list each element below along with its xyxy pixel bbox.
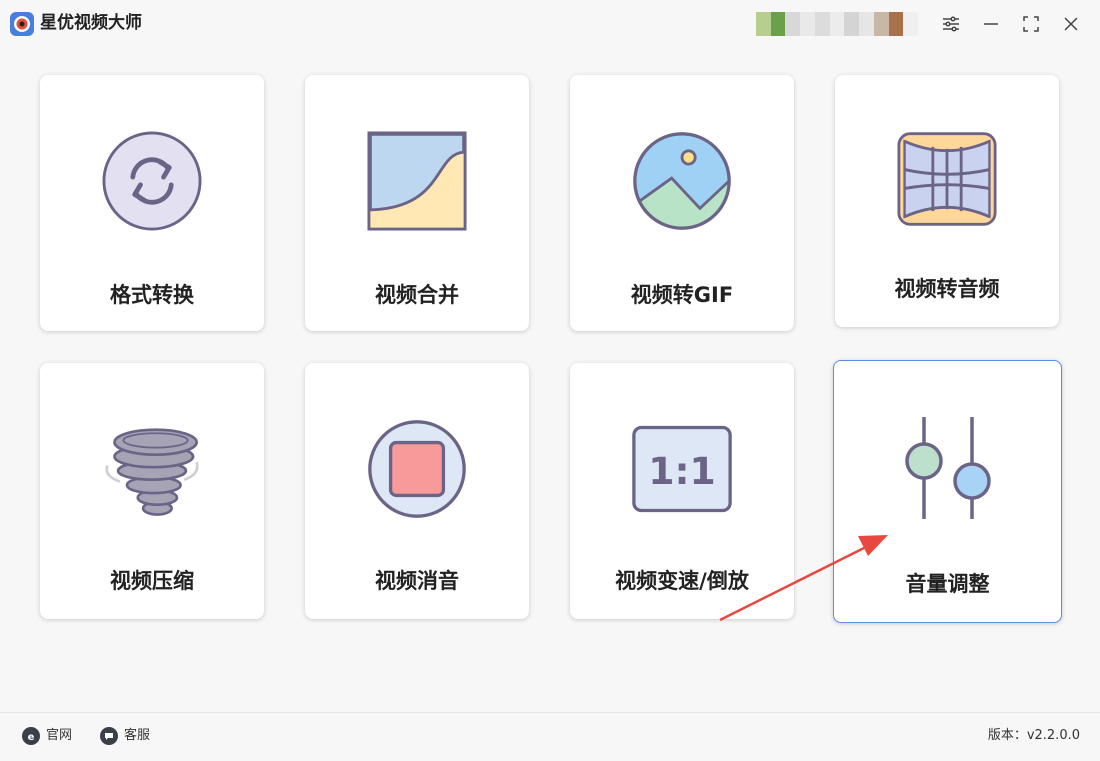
tool-label: 视频转GIF (630, 283, 734, 307)
tool-label: 视频合并 (375, 283, 459, 307)
audio-extract-icon (897, 127, 997, 231)
tool-label: 视频压缩 (110, 569, 194, 593)
speed-ratio-text: 1:1 (648, 449, 716, 493)
tool-card-format-convert[interactable]: 格式转换 (40, 75, 264, 331)
settings-icon[interactable] (938, 11, 964, 37)
tool-card-video-to-audio[interactable]: 视频转音频 (835, 75, 1059, 327)
tool-card-video-compress[interactable]: 视频压缩 (40, 363, 264, 619)
mute-icon (367, 417, 467, 521)
tool-card-video-mute[interactable]: 视频消音 (305, 363, 529, 619)
website-link[interactable]: e 官网 (22, 727, 72, 745)
speed-icon: 1:1 (632, 417, 732, 521)
footer-bar: e 官网 客服 版本：v2.2.0.0 (0, 712, 1100, 761)
close-icon[interactable] (1058, 11, 1084, 37)
tool-label: 格式转换 (110, 283, 194, 307)
support-label: 客服 (124, 728, 151, 743)
tool-card-video-to-gif[interactable]: 视频转GIF (570, 75, 794, 331)
title-bar: 星优视频大师 (0, 0, 1100, 46)
merge-icon (367, 129, 467, 233)
support-link[interactable]: 客服 (100, 727, 150, 745)
version-text: 版本：v2.2.0.0 (987, 728, 1080, 743)
convert-icon (102, 129, 202, 233)
compress-icon (102, 417, 202, 521)
maximize-icon[interactable] (1018, 11, 1044, 37)
app-logo (10, 12, 34, 36)
website-icon: e (22, 727, 40, 745)
minimize-icon[interactable] (978, 11, 1004, 37)
website-label: 官网 (46, 728, 73, 743)
svg-text:e: e (28, 732, 35, 742)
tool-label: 视频转音频 (894, 277, 1000, 301)
tool-card-video-merge[interactable]: 视频合并 (305, 75, 529, 331)
user-avatar-mosaic[interactable] (756, 12, 919, 36)
tool-label: 视频消音 (375, 569, 459, 593)
tool-card-video-speed-reverse[interactable]: 1:1 视频变速/倒放 (570, 363, 794, 619)
tool-card-volume-adjust[interactable]: 音量调整 (833, 360, 1062, 623)
gif-icon (632, 129, 732, 233)
chat-bubble-icon (100, 727, 118, 745)
volume-adjust-icon (902, 415, 994, 521)
tool-label: 视频变速/倒放 (615, 569, 749, 593)
app-title: 星优视频大师 (40, 13, 142, 33)
tool-label: 音量调整 (905, 572, 990, 596)
